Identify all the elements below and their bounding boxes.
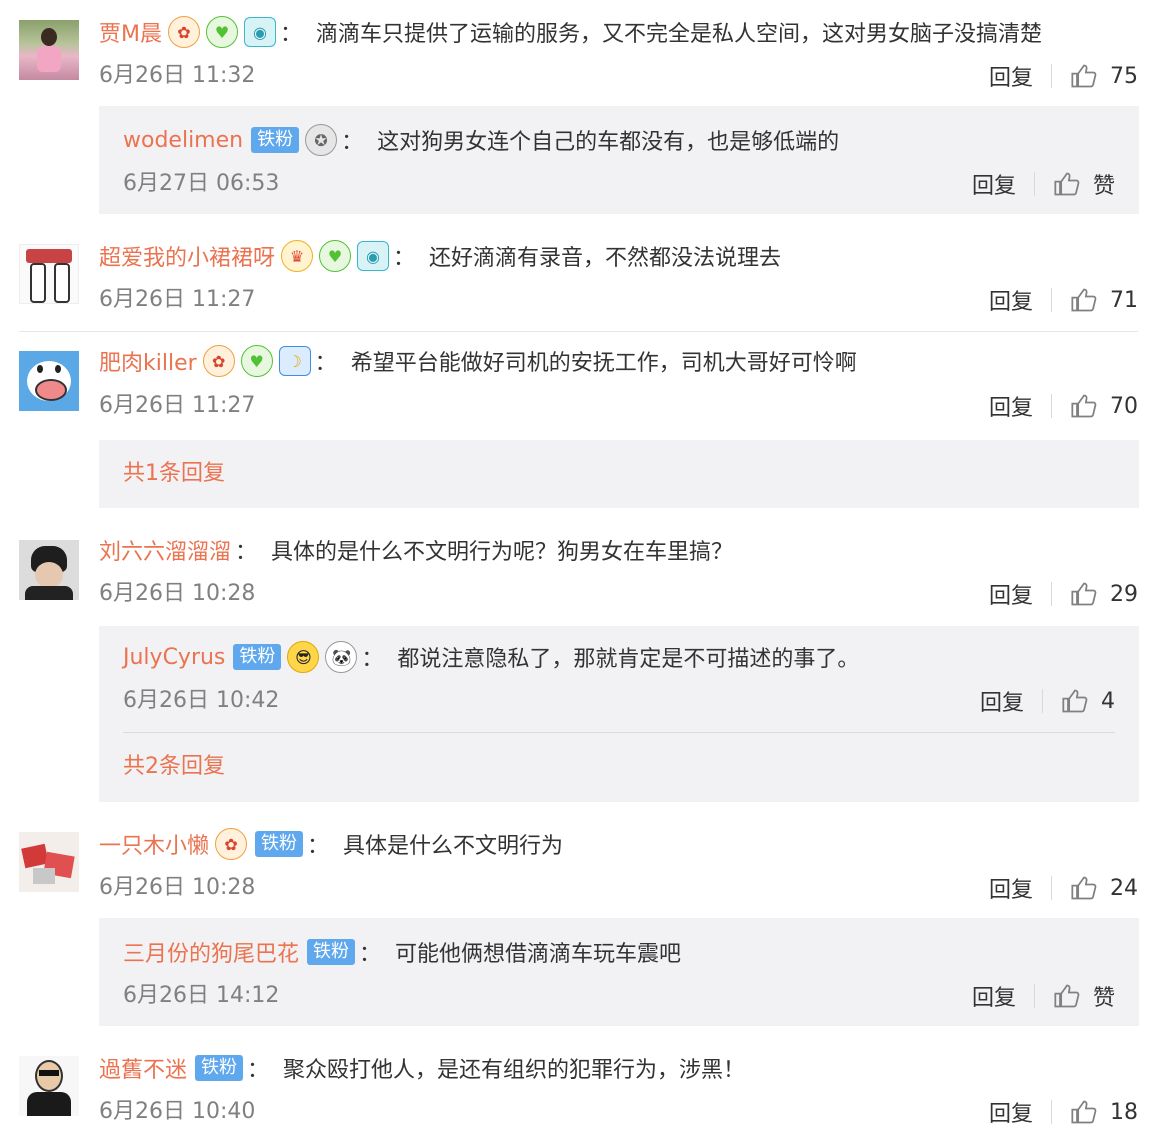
like-count: 70 [1110,393,1138,419]
comment-time: 6月26日 10:28 [99,875,256,900]
comment-text: 还好滴滴有录音，不然都没法说理去 [429,246,782,271]
cool-cat-emoji: 😎 [287,641,320,673]
camera-icon[interactable]: ◉ [243,17,276,47]
more-replies-link[interactable]: 共2条回复 [123,752,225,782]
reply-button[interactable]: 回复 [972,980,1016,1012]
username[interactable]: 過舊不迷 [99,1052,187,1084]
username[interactable]: wodelimen [123,128,243,153]
comment-time: 6月26日 10:40 [99,1099,256,1124]
username[interactable]: 三月份的狗尾巴花 [123,936,299,968]
avatar[interactable] [19,540,79,600]
medal-icon[interactable]: ✪ [305,124,338,156]
username[interactable]: 超爱我的小裙裙呀 [99,240,275,272]
like-count: 4 [1101,688,1115,714]
comment-text: 希望平台能做好司机的安抚工作，司机大哥好可怜啊 [350,351,857,376]
comment-item: 刘六六溜溜溜 ： 具体的是什么不文明行为呢？狗男女在车里搞？ 6月26日 10:… [0,512,1154,812]
camera-icon[interactable]: ◉ [357,241,390,271]
crown-icon[interactable]: ♛ [281,240,314,272]
comment-time: 6月26日 10:28 [99,581,256,606]
comment-time: 6月26日 11:27 [99,287,256,312]
thumbs-up-icon[interactable] [1061,687,1089,715]
thumbs-up-icon[interactable] [1053,170,1081,198]
like-count: 75 [1110,63,1138,89]
username[interactable]: 贾M晨 [99,16,162,48]
reply-button[interactable]: 回复 [989,284,1033,316]
comment-text: 滴滴车只提供了运输的服务，又不完全是私人空间，这对男女脑子没搞清楚 [316,22,1043,47]
avatar[interactable] [19,244,79,304]
lucky-rooster-icon[interactable]: ✿ [167,16,200,48]
lucky-rooster-icon[interactable]: ✿ [215,828,248,860]
reply-button[interactable]: 回复 [989,1096,1033,1128]
thumbs-up-icon[interactable] [1070,392,1098,420]
comment-time: 6月26日 11:27 [99,393,256,418]
comment-item: 肥肉killer ✿ ♥ ☽ ： 希望平台能做好司机的安抚工作，司机大哥好可怜啊… [0,332,1154,512]
thumbs-up-icon[interactable] [1070,62,1098,90]
green-heart-icon[interactable]: ♥ [240,345,273,377]
like-label[interactable]: 赞 [1093,980,1115,1012]
like-count: 18 [1110,1099,1138,1125]
thumbs-up-icon[interactable] [1070,286,1098,314]
more-replies-link[interactable]: 共1条回复 [123,459,225,489]
like-count: 29 [1110,581,1138,607]
reply-button[interactable]: 回复 [989,60,1033,92]
reply-button[interactable]: 回复 [989,390,1033,422]
thumbs-up-icon[interactable] [1070,580,1098,608]
fan-badge[interactable]: 铁粉 [251,127,300,153]
green-heart-icon[interactable]: ♥ [205,16,238,48]
avatar[interactable] [19,832,79,892]
reply-button[interactable]: 回复 [972,168,1016,200]
reply-button[interactable]: 回复 [989,872,1033,904]
comment-text: 聚众殴打他人，是还有组织的犯罪行为，涉黑！ [283,1058,746,1083]
like-count: 24 [1110,875,1138,901]
username[interactable]: JulyCyrus [123,645,225,670]
username[interactable]: 肥肉killer [99,345,197,377]
comment-text: 具体是什么不文明行为 [343,834,564,859]
reply-time: 6月27日 06:53 [123,171,280,196]
fan-badge[interactable]: 铁粉 [255,831,304,857]
reply-text: 这对狗男女连个自己的车都没有，也是够低端的 [377,130,840,155]
comment-time: 6月26日 11:32 [99,63,256,88]
lucky-rooster-icon[interactable]: ✿ [202,345,235,377]
comment-item: 超爱我的小裙裙呀 ♛ ♥ ◉ ： 还好滴滴有录音，不然都没法说理去 6月26日 … [0,228,1154,332]
comment-item: 過舊不迷 铁粉 ： 聚众殴打他人，是还有组织的犯罪行为，涉黑！ 6月26日 10… [0,1040,1154,1138]
reply-text: 都说注意隐私了，那就肯定是不可描述的事了。 [397,647,860,672]
reply-button[interactable]: 回复 [980,685,1024,717]
comment-item: 贾M晨 ✿ ♥ ◉ ： 滴滴车只提供了运输的服务，又不完全是私人空间，这对男女脑… [0,0,1154,228]
moon-icon[interactable]: ☽ [278,346,311,376]
thumbs-up-icon[interactable] [1070,1098,1098,1126]
reply-time: 6月26日 14:12 [123,983,280,1008]
avatar[interactable] [19,20,79,80]
avatar[interactable] [19,1056,79,1116]
reply-box: 三月份的狗尾巴花 铁粉 ： 可能他俩想借滴滴车玩车震吧 6月26日 14:12 … [99,918,1139,1026]
comment-text: 具体的是什么不文明行为呢？狗男女在车里搞？ [271,540,734,565]
avatar[interactable] [19,351,79,411]
comment-item: 一只木小懒 ✿ 铁粉 ： 具体是什么不文明行为 6月26日 10:28 回复 2… [0,812,1154,1040]
reply-box: 共1条回复 [99,440,1139,508]
like-label[interactable]: 赞 [1093,168,1115,200]
reply-box: wodelimen 铁粉 ✪ ： 这对狗男女连个自己的车都没有，也是够低端的 6… [99,106,1139,214]
reply-box: JulyCyrus 铁粉 😎 🐼 ： 都说注意隐私了，那就肯定是不可描述的事了。… [99,626,1139,802]
fan-badge[interactable]: 铁粉 [233,644,282,670]
username[interactable]: 一只木小懒 [99,828,209,860]
reply-time: 6月26日 10:42 [123,688,280,713]
username[interactable]: 刘六六溜溜溜 [99,534,231,566]
thumbs-up-icon[interactable] [1053,982,1081,1010]
green-heart-icon[interactable]: ♥ [319,240,352,272]
fan-badge[interactable]: 铁粉 [307,939,356,965]
reply-button[interactable]: 回复 [989,578,1033,610]
panda-emoji: 🐼 [325,641,358,673]
like-count: 71 [1110,287,1138,313]
thumbs-up-icon[interactable] [1070,874,1098,902]
reply-text: 可能他俩想借滴滴车玩车震吧 [395,942,682,967]
fan-badge[interactable]: 铁粉 [195,1055,244,1081]
